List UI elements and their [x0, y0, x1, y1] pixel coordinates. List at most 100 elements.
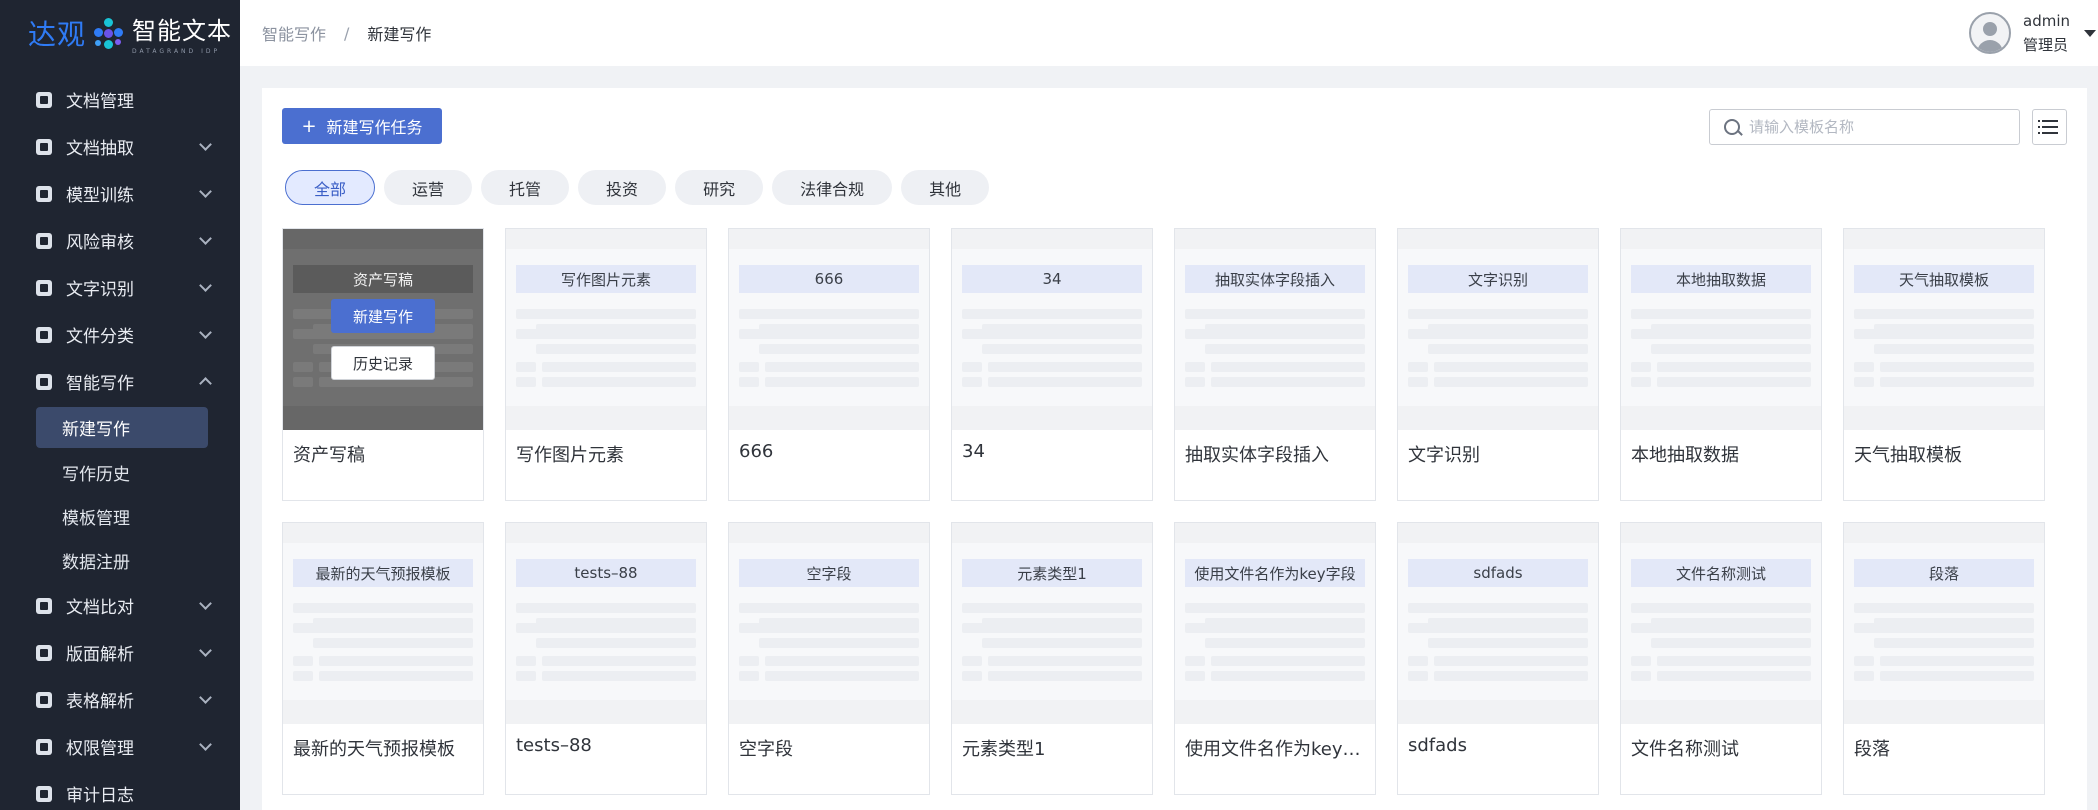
sidebar-item-document-management[interactable]: 文档管理	[0, 76, 240, 123]
thumbnail-placeholder-line	[1211, 377, 1365, 387]
sidebar-subitem-data-registration[interactable]: 数据注册	[0, 538, 240, 582]
filter-tag-all[interactable]: 全部	[285, 170, 376, 205]
template-thumbnail[interactable]: 34	[952, 229, 1152, 430]
template-card[interactable]: 666 666	[728, 228, 930, 501]
thumbnail-placeholder-line	[1631, 623, 1811, 633]
sidebar-item-file-classification[interactable]: 文件分类	[0, 311, 240, 358]
user-menu[interactable]: admin 管理员	[1969, 10, 2098, 56]
history-button[interactable]: 历史记录	[331, 346, 435, 380]
thumbnail-top-bar	[952, 523, 1152, 543]
filter-tag-investment[interactable]: 投资	[578, 170, 667, 205]
thumbnail-placeholder-line	[1880, 656, 2034, 666]
template-thumbnail[interactable]: 使用文件名作为key字段	[1175, 523, 1375, 724]
thumbnail-bottom-bar	[506, 406, 706, 430]
template-thumbnail[interactable]: 资产写稿 新建写作 历史记录	[283, 229, 483, 430]
template-card[interactable]: 天气抽取模板 天气抽取模板	[1843, 228, 2045, 501]
template-card[interactable]: 本地抽取数据 本地抽取数据	[1620, 228, 1822, 501]
template-card[interactable]: 空字段 空字段	[728, 522, 930, 795]
search-icon	[1724, 119, 1740, 135]
avatar[interactable]	[1969, 12, 2011, 54]
filter-tag-operations[interactable]: 运营	[384, 170, 473, 205]
thumbnail-placeholder-line	[1880, 671, 2034, 681]
sidebar-item-document-compare[interactable]: 文档比对	[0, 582, 240, 629]
thumbnail-placeholder-line	[1631, 656, 1651, 666]
thumbnail-placeholder-line	[765, 656, 919, 666]
list-icon	[2037, 120, 2058, 122]
thumbnail-title: 文件名称测试	[1631, 559, 1811, 587]
template-card[interactable]: 文字识别 文字识别	[1397, 228, 1599, 501]
thumbnail-placeholder-line	[988, 377, 1142, 387]
sidebar-subitem-writing-history[interactable]: 写作历史	[0, 450, 240, 494]
template-thumbnail[interactable]: 抽取实体字段插入	[1175, 229, 1375, 430]
template-thumbnail[interactable]: tests–88	[506, 523, 706, 724]
template-card[interactable]: 最新的天气预报模板 最新的天气预报模板	[282, 522, 484, 795]
template-name: 写作图片元素	[516, 445, 624, 466]
sidebar-subitem-new-writing[interactable]: 新建写作	[36, 407, 208, 448]
template-card[interactable]: 段落 段落	[1843, 522, 2045, 795]
sidebar-item-audit-log[interactable]: 审计日志	[0, 770, 240, 810]
template-card[interactable]: 34 34	[951, 228, 1153, 501]
thumbnail-placeholder-line	[1631, 671, 1651, 681]
template-thumbnail[interactable]: 天气抽取模板	[1844, 229, 2044, 430]
filter-tag-other[interactable]: 其他	[901, 170, 990, 205]
filter-tag-custody[interactable]: 托管	[481, 170, 570, 205]
new-writing-button[interactable]: 新建写作	[331, 299, 435, 333]
breadcrumb-parent[interactable]: 智能写作	[262, 21, 326, 45]
filter-tag-research[interactable]: 研究	[675, 170, 764, 205]
template-thumbnail[interactable]: 段落	[1844, 523, 2044, 724]
brand-logo[interactable]: 达观 智能文本 DATAGRAND IDP	[0, 0, 240, 66]
template-thumbnail[interactable]: 最新的天气预报模板	[283, 523, 483, 724]
template-name: sdfads	[1408, 735, 1467, 756]
sidebar-item-permission-management[interactable]: 权限管理	[0, 723, 240, 770]
caret-down-icon[interactable]	[2084, 29, 2096, 37]
sidebar-item-layout-parsing[interactable]: 版面解析	[0, 629, 240, 676]
thumbnail-placeholder-line	[739, 329, 919, 339]
template-card[interactable]: 写作图片元素 写作图片元素	[505, 228, 707, 501]
thumbnail-placeholder-line	[516, 309, 696, 319]
template-thumbnail[interactable]: 空字段	[729, 523, 929, 724]
template-thumbnail[interactable]: 文字识别	[1398, 229, 1598, 430]
thumbnail-title: 写作图片元素	[516, 265, 696, 293]
thumbnail-bottom-bar	[1398, 406, 1598, 430]
sidebar-subitem-template-management[interactable]: 模板管理	[0, 494, 240, 538]
thumbnail-top-bar	[1621, 229, 1821, 249]
thumbnail-placeholder-line	[516, 377, 536, 387]
template-thumbnail[interactable]: 666	[729, 229, 929, 430]
list-view-button[interactable]	[2032, 109, 2067, 145]
template-card[interactable]: 资产写稿 新建写作 历史记录 资产写稿	[282, 228, 484, 501]
chevron-down-icon	[199, 691, 212, 704]
search-input[interactable]	[1749, 118, 2009, 136]
template-thumbnail[interactable]: 元素类型1	[952, 523, 1152, 724]
template-card[interactable]: sdfads sdfads	[1397, 522, 1599, 795]
template-thumbnail[interactable]: 写作图片元素	[506, 229, 706, 430]
sidebar-item-ocr[interactable]: 文字识别	[0, 264, 240, 311]
thumbnail-placeholder-line	[1651, 344, 1811, 354]
thumbnail-top-bar	[1398, 523, 1598, 543]
sidebar-item-risk-review[interactable]: 风险审核	[0, 217, 240, 264]
template-card[interactable]: tests–88 tests–88	[505, 522, 707, 795]
thumbnail-placeholder-line	[293, 656, 313, 666]
template-thumbnail[interactable]: sdfads	[1398, 523, 1598, 724]
thumbnail-placeholder-line	[1185, 377, 1205, 387]
top-header: 智能写作 / 新建写作 admin 管理员	[240, 0, 2098, 66]
sidebar-item-smart-writing[interactable]: 智能写作	[0, 358, 240, 405]
sidebar-item-table-parsing[interactable]: 表格解析	[0, 676, 240, 723]
thumbnail-bottom-bar	[729, 700, 929, 724]
template-card[interactable]: 文件名称测试 文件名称测试	[1620, 522, 1822, 795]
sidebar-item-model-training[interactable]: 模型训练	[0, 170, 240, 217]
template-card[interactable]: 使用文件名作为key字段 使用文件名作为key…	[1174, 522, 1376, 795]
filter-tag-legal-compliance[interactable]: 法律合规	[772, 170, 893, 205]
template-thumbnail[interactable]: 本地抽取数据	[1621, 229, 1821, 430]
thumbnail-placeholder-line	[988, 656, 1142, 666]
template-search[interactable]	[1709, 109, 2020, 145]
thumbnail-placeholder-line	[1434, 671, 1588, 681]
brand-subtitle: DATAGRAND IDP	[132, 48, 221, 55]
sidebar-item-document-extraction[interactable]: 文档抽取	[0, 123, 240, 170]
thumbnail-bottom-bar	[283, 406, 483, 430]
template-thumbnail[interactable]: 文件名称测试	[1621, 523, 1821, 724]
new-writing-task-button[interactable]: + 新建写作任务	[282, 108, 442, 144]
template-card[interactable]: 抽取实体字段插入 抽取实体字段插入	[1174, 228, 1376, 501]
thumbnail-placeholder-line	[319, 656, 473, 666]
thumbnail-placeholder-line	[1657, 362, 1811, 372]
template-card[interactable]: 元素类型1 元素类型1	[951, 522, 1153, 795]
